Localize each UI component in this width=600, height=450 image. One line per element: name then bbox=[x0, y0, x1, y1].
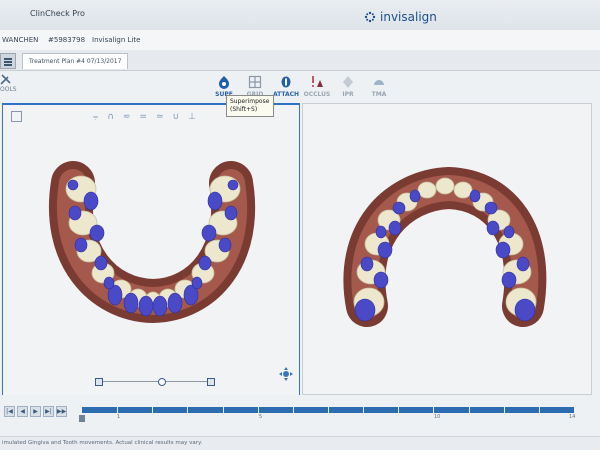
timeline-stage-divider bbox=[292, 407, 294, 413]
occlusion-icon bbox=[312, 76, 323, 87]
tick-label: 14 bbox=[569, 414, 576, 420]
transport-controls: |◀ ◀ ▶ ▶| ▶▶ bbox=[4, 406, 67, 417]
tools-label: OOLS bbox=[0, 86, 17, 93]
slider-start-handle[interactable] bbox=[95, 378, 103, 386]
patient-bar: WANCHEN #5983798 Invisalign Lite bbox=[0, 30, 600, 51]
tma-label: TMA bbox=[371, 91, 387, 98]
tick-label: 5 bbox=[259, 414, 263, 420]
superimpose-icon bbox=[219, 76, 229, 89]
stage-controls: |◀ ◀ ▶ ▶| ▶▶ 14 1 5 10 14 bbox=[0, 395, 600, 435]
upper-arch-viewport[interactable]: ⩦ ∩ ≂ = ≃ ∪ ⊥ bbox=[2, 103, 300, 396]
patient-name: WANCHEN bbox=[2, 36, 39, 44]
attach-label: ATTACH bbox=[272, 91, 300, 98]
timeline-stage-divider bbox=[152, 407, 154, 413]
slider-knob[interactable] bbox=[158, 378, 166, 386]
grid-icon bbox=[248, 75, 262, 89]
timeline-stage-divider bbox=[503, 407, 505, 413]
status-bar: imulated Gingiva and Tooth movements. Ac… bbox=[0, 436, 600, 450]
app-title: ClinCheck Pro bbox=[30, 9, 85, 18]
timeline-stage-divider bbox=[328, 407, 329, 413]
ipr-button[interactable]: IPR bbox=[331, 75, 365, 98]
tab-treatment-plan[interactable]: Treatment Plan #4 07/13/2017 bbox=[22, 53, 129, 69]
slider-end-handle[interactable] bbox=[207, 378, 215, 386]
previous-stage-icon[interactable]: ◀ bbox=[17, 406, 28, 417]
invisalign-mark-icon bbox=[364, 11, 376, 23]
next-stage-icon[interactable]: ▶| bbox=[43, 406, 54, 417]
stage-zero-marker[interactable] bbox=[79, 415, 85, 422]
timeline-stage-divider bbox=[257, 407, 259, 413]
timeline-stage-divider bbox=[187, 407, 189, 413]
stage-timeline[interactable]: 14 bbox=[82, 405, 574, 415]
title-bar: ClinCheck Pro invisalign bbox=[0, 0, 600, 31]
tma-icon bbox=[374, 80, 384, 85]
occlusion-button[interactable]: OCCLUS bbox=[300, 75, 334, 98]
tick-label: 1 bbox=[117, 414, 121, 420]
timeline-stage-divider bbox=[433, 407, 435, 413]
timeline-stage-divider bbox=[398, 407, 400, 413]
brand-name: invisalign bbox=[380, 10, 437, 24]
toolbar: OOLS SUPE GRID ATTACH OCCLUS bbox=[0, 71, 600, 103]
ipr-icon bbox=[343, 76, 353, 88]
attachment-icon bbox=[281, 76, 291, 88]
tools-icon[interactable] bbox=[0, 73, 12, 85]
last-stage-icon[interactable]: ▶▶ bbox=[56, 406, 67, 417]
invisalign-logo: invisalign bbox=[364, 10, 437, 24]
occlusion-label: OCCLUS bbox=[303, 91, 331, 98]
timeline-stage-divider bbox=[363, 407, 365, 413]
lower-arch-viewport[interactable] bbox=[302, 103, 592, 395]
clincheck-window: ClinCheck Pro invisalign WANCHEN #598379… bbox=[0, 0, 600, 450]
tab-row: Treatment Plan #4 07/13/2017 bbox=[0, 50, 600, 71]
tma-button[interactable]: TMA bbox=[362, 75, 396, 98]
lower-arch-model bbox=[343, 166, 547, 327]
timeline-stage-divider bbox=[222, 407, 224, 413]
tick-label: 10 bbox=[434, 414, 441, 420]
timeline-stage-divider bbox=[117, 407, 119, 413]
play-icon[interactable]: ▶ bbox=[30, 406, 41, 417]
status-text: imulated Gingiva and Tooth movements. Ac… bbox=[2, 440, 203, 446]
menu-button[interactable] bbox=[0, 53, 16, 69]
timeline-stage-divider bbox=[538, 407, 540, 413]
first-stage-icon[interactable]: |◀ bbox=[4, 406, 15, 417]
upper-arch-model bbox=[49, 161, 256, 324]
navigation-icon[interactable] bbox=[279, 367, 293, 381]
timeline-stage-divider bbox=[468, 407, 470, 413]
stage-compare-slider[interactable] bbox=[95, 377, 215, 387]
product-name: Invisalign Lite bbox=[92, 36, 141, 44]
ipr-label: IPR bbox=[342, 91, 354, 98]
superimpose-tooltip: Superimpose (Shift+S) bbox=[226, 95, 274, 117]
patient-id: #5983798 bbox=[48, 36, 86, 44]
attach-button[interactable]: ATTACH bbox=[269, 75, 303, 98]
